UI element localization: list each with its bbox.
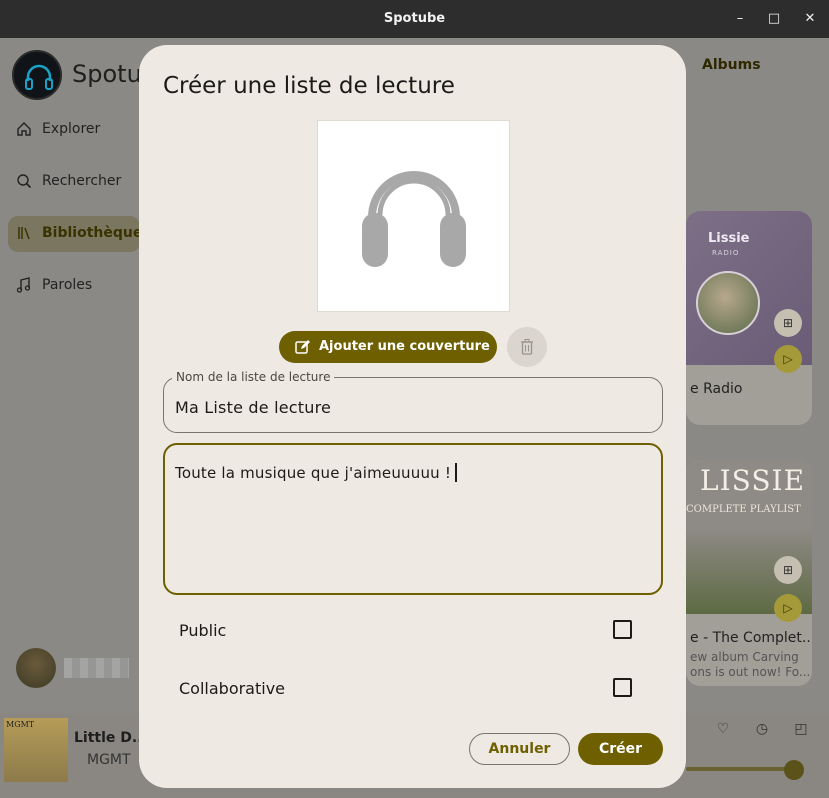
window-title: Spotube <box>383 11 446 26</box>
sidebar: Spotube Explorer Rechercher Bibliothèque… <box>0 38 172 713</box>
playlist-name-field[interactable]: Nom de la liste de lecture Ma Liste de l… <box>163 370 663 433</box>
cancel-button[interactable]: Annuler <box>469 733 570 765</box>
card-artwork: Lissie RADIO ⊞ ▷ <box>686 211 812 373</box>
sidebar-item-label: Explorer <box>42 121 101 137</box>
volume-slider[interactable] <box>686 767 796 771</box>
collaborative-option[interactable]: Collaborative <box>163 667 663 707</box>
sidebar-item-explorer[interactable]: Explorer <box>0 112 140 148</box>
headphones-icon <box>362 171 466 267</box>
maximize-button[interactable]: □ <box>765 10 783 28</box>
trash-icon <box>521 339 533 355</box>
track-artist[interactable]: MGMT <box>87 752 131 768</box>
artist-photo <box>696 271 760 335</box>
collaborative-label: Collaborative <box>179 679 286 698</box>
sidebar-item-library[interactable]: Bibliothèque <box>8 216 143 252</box>
track-title[interactable]: Little D... <box>74 730 148 746</box>
sidebar-item-search[interactable]: Rechercher <box>0 164 140 200</box>
playlist-name-value[interactable]: Ma Liste de lecture <box>175 398 331 417</box>
playlist-description-text: Toute la musique que j'aimeuuuuu ! <box>175 464 452 482</box>
library-icon <box>18 227 30 240</box>
collaborative-checkbox[interactable] <box>613 678 632 697</box>
playlist-card-radio[interactable]: Lissie RADIO ⊞ ▷ e Radio <box>686 211 812 425</box>
sidebar-item-label: Rechercher <box>42 173 122 189</box>
mini-player-icon[interactable]: ◰ <box>792 721 810 737</box>
text-caret <box>455 463 458 482</box>
public-checkbox[interactable] <box>613 620 632 639</box>
add-to-queue-icon[interactable]: ⊞ <box>774 309 802 337</box>
play-icon[interactable]: ▷ <box>774 594 802 622</box>
tab-albums[interactable]: Albums <box>702 57 761 73</box>
app-logo <box>12 50 62 100</box>
play-icon[interactable]: ▷ <box>774 345 802 373</box>
card-description-line: ew album Carving <box>690 650 799 664</box>
card-artwork: LISSIE COMPLETE PLAYLIST ⊞ ▷ <box>686 460 812 622</box>
album-art-text: MGMT <box>6 720 35 729</box>
search-icon <box>17 174 32 189</box>
music-note-icon <box>16 277 31 293</box>
card-art-subtitle: RADIO <box>712 249 740 257</box>
card-art-subtitle: COMPLETE PLAYLIST <box>686 504 801 515</box>
close-button[interactable]: ✕ <box>801 10 819 28</box>
playlist-description-value[interactable]: Toute la musique que j'aimeuuuuu ! <box>175 463 458 482</box>
add-cover-button[interactable]: Ajouter une couverture <box>279 331 497 363</box>
delete-cover-button[interactable] <box>507 327 547 367</box>
edit-icon <box>295 340 310 354</box>
home-icon <box>17 122 31 136</box>
card-description-line: ons is out now! Fo... <box>690 665 811 679</box>
public-label: Public <box>179 621 227 640</box>
minimize-button[interactable]: – <box>731 10 749 28</box>
heart-icon[interactable]: ♡ <box>714 721 732 737</box>
card-art-title: Lissie <box>708 231 750 246</box>
public-option[interactable]: Public <box>163 609 663 649</box>
playlist-cover-preview <box>317 120 510 312</box>
playlist-name-legend: Nom de la liste de lecture <box>172 370 335 384</box>
history-icon[interactable]: ◷ <box>753 721 771 737</box>
card-description: ew album Carving ons is out now! Fo... <box>690 650 810 680</box>
create-playlist-dialog: Créer une liste de lecture Ajouter une c… <box>139 45 686 788</box>
card-title: e - The Complet... <box>690 630 812 646</box>
sidebar-item-label: Paroles <box>42 277 93 293</box>
album-thumbnail[interactable]: MGMT <box>4 718 68 782</box>
add-cover-label: Ajouter une couverture <box>319 339 490 354</box>
create-button[interactable]: Créer <box>578 733 663 765</box>
window-titlebar: Spotube – □ ✕ <box>0 0 829 38</box>
sidebar-item-lyrics[interactable]: Paroles <box>0 268 140 304</box>
card-title: e Radio <box>690 381 743 397</box>
card-art-title: LISSIE <box>700 464 806 497</box>
user-avatar[interactable] <box>16 648 56 688</box>
playlist-card-complete[interactable]: LISSIE COMPLETE PLAYLIST ⊞ ▷ e - The Com… <box>686 460 812 686</box>
volume-slider-knob[interactable] <box>784 760 804 780</box>
user-name-blurred <box>64 658 129 678</box>
headphones-logo-icon <box>25 64 53 90</box>
dialog-title: Créer une liste de lecture <box>163 73 455 99</box>
playlist-description-field[interactable]: Toute la musique que j'aimeuuuuu ! <box>163 443 663 595</box>
add-to-queue-icon[interactable]: ⊞ <box>774 556 802 584</box>
sidebar-item-label: Bibliothèque <box>42 225 143 241</box>
